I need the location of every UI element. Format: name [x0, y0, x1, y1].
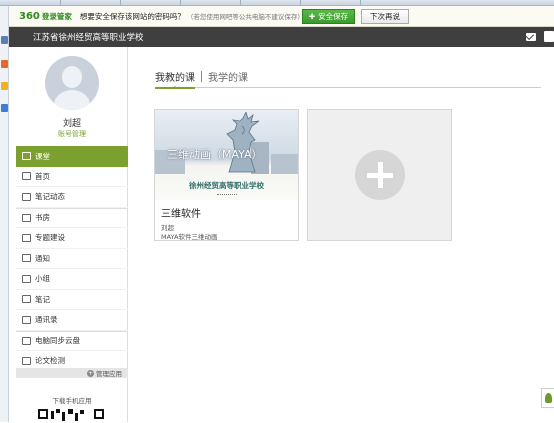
mail-icon[interactable]: [1, 82, 8, 90]
topic-icon: [22, 233, 31, 242]
manage-apps-label: 管理应用: [96, 370, 122, 378]
plus-icon: [355, 150, 405, 200]
tab-label: 我教的课: [155, 73, 195, 84]
note-icon: [22, 295, 31, 304]
manage-apps-button[interactable]: + 管理应用: [16, 368, 128, 378]
site-header: 江苏省徐州经贸高等职业学校: [9, 27, 554, 47]
sidebar-item-classroom[interactable]: 课堂: [16, 146, 128, 167]
bookmark-icon[interactable]: [1, 36, 8, 44]
statue-illustration-icon: [226, 112, 260, 173]
tab-teaching[interactable]: 我教的课: [155, 66, 195, 89]
sidebar-item-label: 书房: [35, 213, 50, 223]
browser-left-toolbar: [0, 6, 9, 422]
course-description: MAYA软件三维动画: [161, 233, 218, 241]
leaf-icon: [545, 393, 552, 403]
notes-feed-icon: [22, 192, 31, 201]
settings-icon[interactable]: [544, 31, 554, 42]
brand-subtitle: 登录管家: [41, 11, 72, 21]
save-password-note: （若您使用网吧等公共电脑不建议保存）: [186, 13, 304, 21]
classroom-icon: [22, 152, 31, 161]
tab-divider: [201, 71, 202, 82]
account-settings-link[interactable]: 账号管理: [16, 129, 128, 139]
sidebar-item-home[interactable]: 首页: [16, 167, 128, 187]
sidebar-item-note[interactable]: 笔记: [16, 290, 128, 310]
course-cover-school: 徐州经贸高等职业学校: [189, 181, 264, 190]
cloud-icon: [22, 336, 31, 345]
password-save-bar: 360 登录管家 想要安全保存该网站的密码吗？ （若您使用网吧等公共电脑不建议保…: [9, 6, 554, 27]
nav-list: 课堂 首页 笔记动态 书房 专题建设 通知 小组 笔记 通讯录 电脑同步云盘 论…: [16, 146, 128, 372]
sidebar-item-label: 笔记: [35, 294, 50, 304]
message-icon[interactable]: [526, 33, 536, 41]
sidebar-item-label: 电脑同步云盘: [35, 336, 80, 346]
avatar[interactable]: [45, 56, 99, 110]
sidebar-item-study[interactable]: 书房: [16, 207, 128, 228]
tab-label: 我学的课: [208, 73, 248, 84]
later-label: 下次再说: [370, 12, 400, 21]
sidebar-item-topic[interactable]: 专题建设: [16, 228, 128, 249]
paper-check-icon: [22, 356, 31, 365]
sidebar-item-label: 通讯录: [35, 315, 58, 325]
main-content: 我教的课 我学的课 三维动画（MAYA） 徐州经贸高等职业学校 三维软件 刘超 …: [129, 47, 554, 422]
avatar-body: [54, 90, 90, 110]
user-name: 刘超: [62, 119, 81, 129]
cover-divider: [217, 194, 237, 196]
group-icon: [22, 274, 31, 283]
app-icon[interactable]: [1, 104, 8, 112]
sidebar-item-label: 通知: [35, 253, 50, 263]
plus-icon: +: [87, 369, 94, 377]
sidebar-item-notes-feed[interactable]: 笔记动态: [16, 187, 128, 208]
sidebar-item-contacts[interactable]: 通讯录: [16, 310, 128, 331]
brand-360-logo: 360: [19, 10, 40, 22]
course-cover-title: 三维动画（MAYA）: [167, 148, 263, 161]
sidebar-item-label: 专题建设: [35, 233, 65, 243]
course-title[interactable]: 三维软件: [161, 205, 201, 220]
weibo-icon[interactable]: [1, 60, 8, 68]
add-course-button[interactable]: [307, 109, 452, 241]
save-password-question: 想要安全保存该网站的密码吗？: [79, 11, 185, 21]
sidebar-item-notice[interactable]: 通知: [16, 249, 128, 269]
feedback-float-button[interactable]: [541, 388, 554, 408]
contacts-icon: [22, 315, 31, 324]
download-app-label: 下载手机应用: [52, 397, 92, 405]
course-cover-image[interactable]: 三维动画（MAYA） 徐州经贸高等职业学校: [155, 110, 298, 200]
wrench-icon: ✚: [308, 12, 316, 21]
sidebar-item-label: 笔记动态: [35, 192, 65, 202]
sidebar-item-group[interactable]: 小组: [16, 269, 128, 290]
sidebar-item-label: 小组: [35, 274, 50, 284]
sidebar-item-label: 论文检测: [35, 356, 65, 366]
qr-code-icon: [38, 409, 104, 423]
sidebar: 刘超 账号管理 课堂 首页 笔记动态 书房 专题建设 通知 小组 笔记 通讯录 …: [16, 47, 128, 422]
safe-save-label: 安全保存: [318, 12, 349, 21]
notice-icon: [22, 254, 31, 263]
safe-save-button[interactable]: ✚ 安全保存: [302, 9, 355, 24]
sidebar-item-label: 课堂: [35, 151, 50, 161]
avatar-head: [62, 66, 82, 88]
course-tabs: 我教的课 我学的课: [155, 66, 541, 89]
home-icon: [22, 172, 31, 181]
study-icon: [22, 213, 31, 222]
later-button[interactable]: 下次再说: [361, 9, 409, 24]
school-name: 江苏省徐州经贸高等职业学校: [33, 33, 144, 43]
sidebar-item-label: 首页: [35, 171, 50, 181]
tab-learning[interactable]: 我学的课: [208, 66, 248, 88]
course-card[interactable]: 三维动画（MAYA） 徐州经贸高等职业学校 三维软件 刘超 MAYA软件三维动画: [154, 109, 299, 241]
sidebar-item-cloud[interactable]: 电脑同步云盘: [16, 330, 128, 351]
